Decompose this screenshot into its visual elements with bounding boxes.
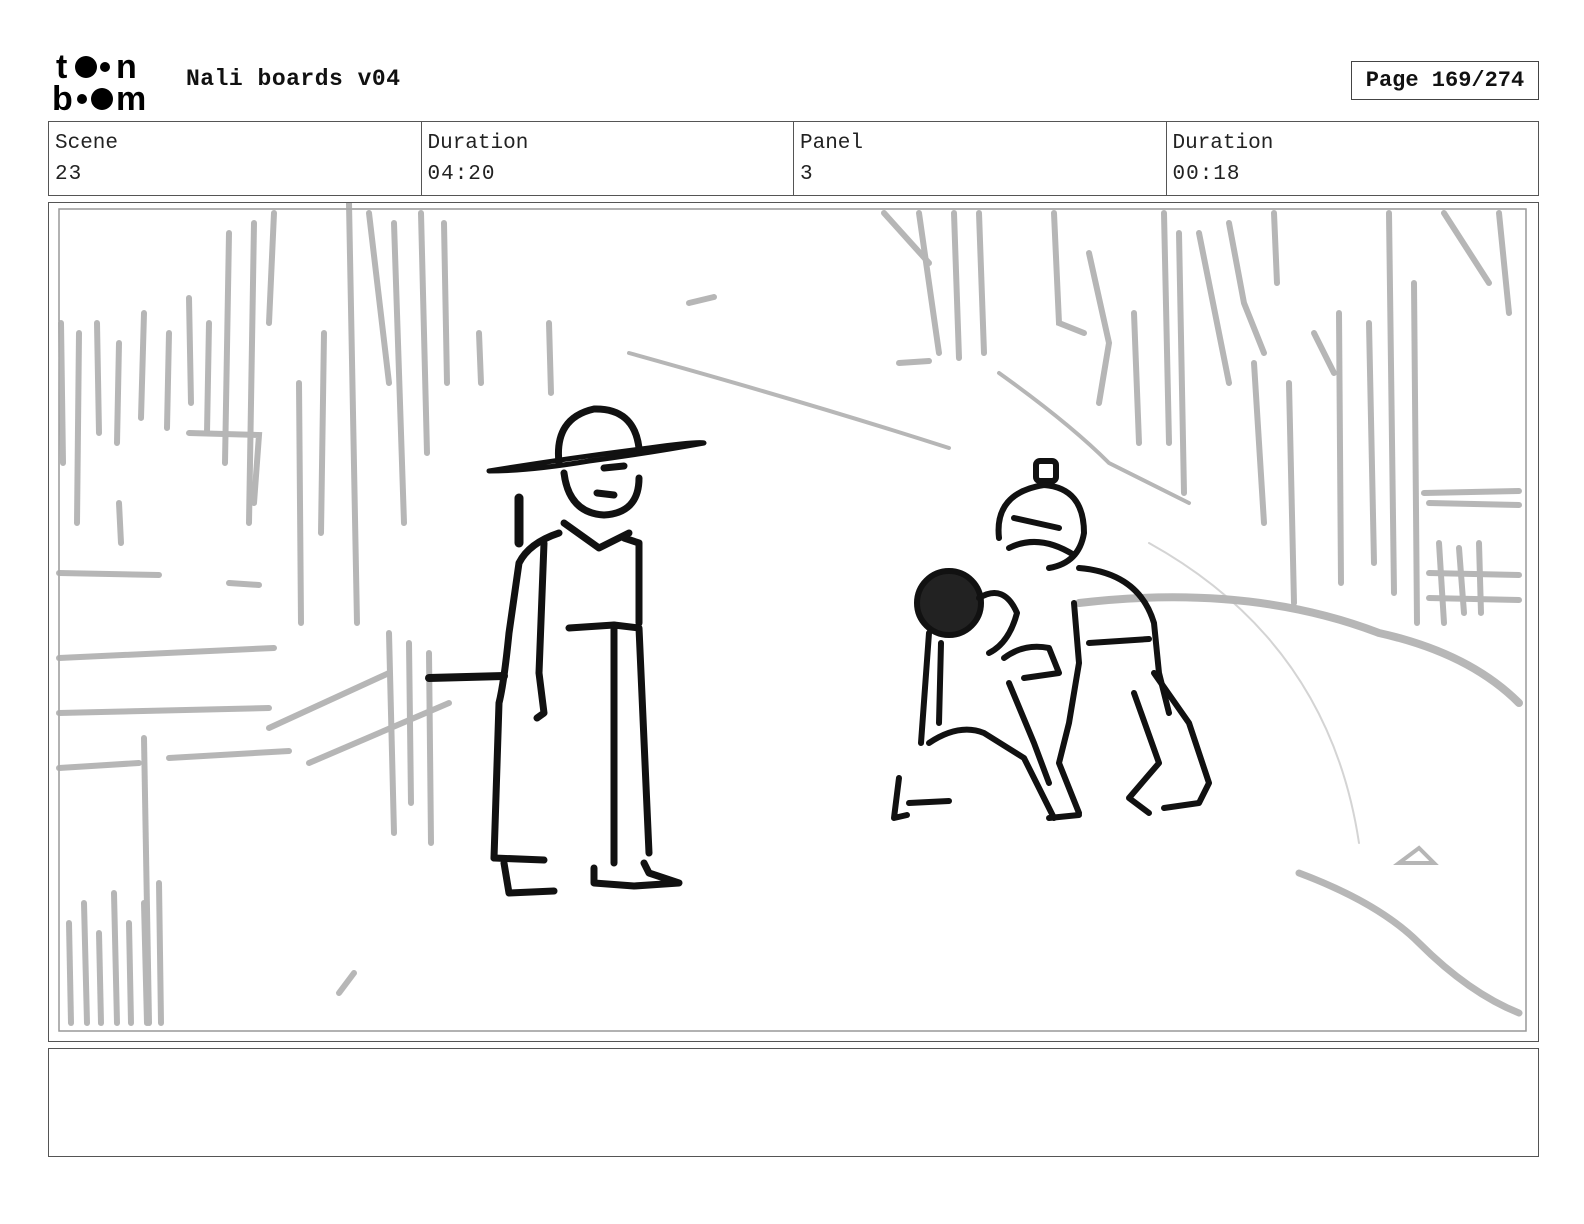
- background-sketch: [56, 203, 1523, 1026]
- svg-text:b: b: [52, 80, 73, 112]
- crouching-characters-sketch: [891, 458, 1212, 821]
- panel-cell: Panel 3: [794, 122, 1167, 195]
- scene-duration-label: Duration: [427, 132, 529, 155]
- scene-label: Scene: [55, 132, 119, 155]
- panel-label: Panel: [800, 132, 864, 155]
- svg-text:m: m: [116, 80, 146, 112]
- scene-duration-value: 04:20: [427, 163, 496, 186]
- page-number-badge: Page 169/274: [1351, 61, 1539, 100]
- panel-duration-value: 00:18: [1172, 163, 1241, 186]
- storyboard-panel: [48, 202, 1539, 1042]
- panel-duration-cell: Duration 00:18: [1167, 122, 1539, 195]
- panel-info-row: Scene 23 Duration 04:20 Panel 3 Duration…: [48, 121, 1539, 196]
- panel-value: 3: [800, 163, 814, 186]
- scene-duration-cell: Duration 04:20: [422, 122, 794, 195]
- panel-duration-label: Duration: [1172, 132, 1274, 155]
- project-title: Nali boards v04: [186, 66, 401, 92]
- panel-notes-box: [48, 1048, 1539, 1157]
- standing-character-sketch: [425, 405, 707, 897]
- scene-value: 23: [55, 163, 83, 186]
- toon-boom-logo: t n b m: [52, 50, 146, 112]
- scene-cell: Scene 23: [49, 122, 422, 195]
- storyboard-sketch: [56, 203, 1527, 1032]
